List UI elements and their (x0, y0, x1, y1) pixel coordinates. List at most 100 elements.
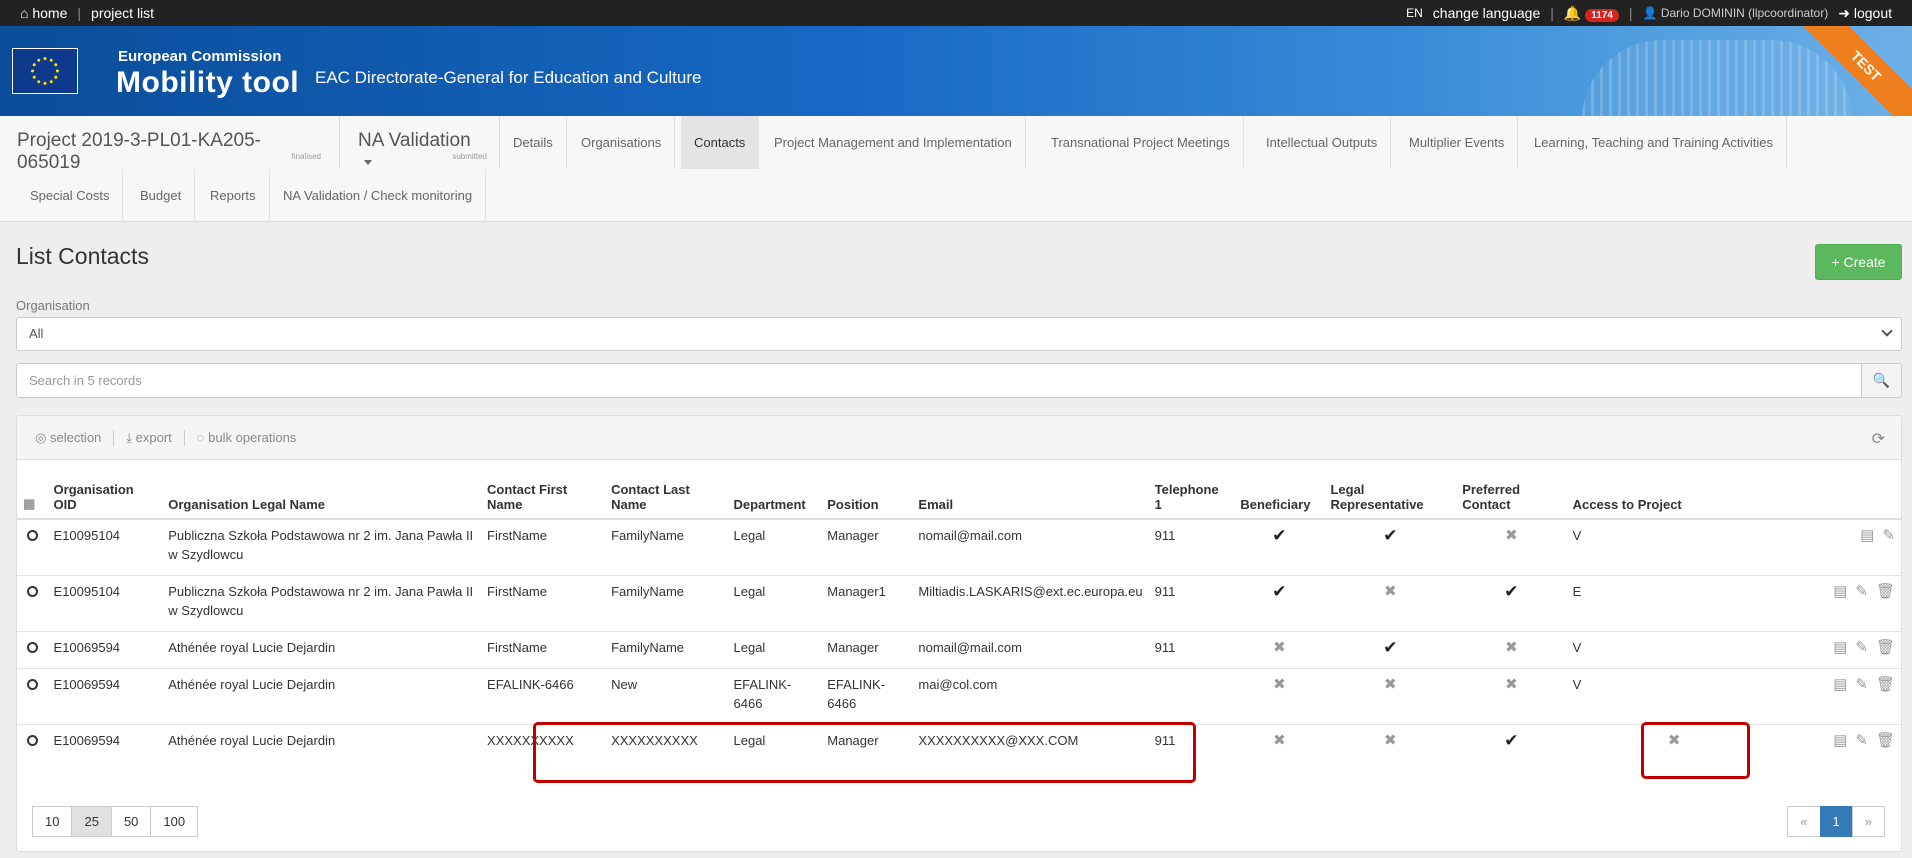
delete-icon[interactable]: 🗑 (1876, 676, 1895, 693)
plus-icon: + (1831, 254, 1840, 270)
bulk-operations-button[interactable]: ◌ bulk operations (197, 430, 297, 445)
radio-icon[interactable] (26, 678, 38, 690)
tab-meetings[interactable]: Transnational Project Meetings (1038, 116, 1244, 169)
radio-icon[interactable] (26, 641, 38, 653)
notifications-button[interactable]: 🔔 1174 (1564, 5, 1619, 22)
edit-icon[interactable]: ✎ (1855, 676, 1868, 693)
table-row[interactable]: E10069594 Athénée royal Lucie Dejardin EFA… (17, 667, 1901, 724)
legal-representative-cell: ✖ (1324, 574, 1457, 631)
column-header[interactable]: Position (821, 461, 913, 520)
position: Manager1 (821, 574, 913, 631)
row-select[interactable] (17, 630, 48, 668)
export-button[interactable]: ⤓ export (126, 430, 172, 446)
page-1-button[interactable]: 1 (1819, 806, 1853, 837)
view-icon[interactable]: ▤ (1860, 527, 1874, 544)
search-button[interactable]: 🔍 (1862, 363, 1902, 398)
cross-icon: ✖ (1505, 527, 1518, 544)
row-select[interactable] (17, 574, 48, 631)
tab-details[interactable]: Details (500, 116, 567, 169)
radio-icon[interactable] (26, 530, 38, 541)
change-language-link[interactable]: change language (1433, 5, 1540, 21)
row-actions: ▤ ✎ (1781, 518, 1901, 575)
tab-project-management[interactable]: Project Management and Implementation (761, 116, 1026, 169)
legal-representative-cell: ✖ (1324, 667, 1457, 724)
beneficiary-cell: ✖ (1234, 723, 1325, 780)
tab-special-costs[interactable]: Special Costs (17, 169, 124, 222)
edit-icon[interactable]: ✎ (1855, 639, 1868, 656)
page-size-10[interactable]: 10 (32, 806, 73, 837)
column-header[interactable]: Organisation Legal Name (162, 461, 482, 520)
radio-icon[interactable] (26, 734, 38, 746)
page-size-25[interactable]: 25 (71, 806, 112, 837)
selection-button[interactable]: ◎ selection (35, 430, 101, 446)
highlight-contact-fields (533, 722, 1196, 783)
delete-icon[interactable]: 🗑 (1876, 732, 1895, 749)
tab-multiplier-events[interactable]: Multiplier Events (1396, 116, 1519, 169)
logout-link[interactable]: ➜ logout (1838, 5, 1892, 22)
column-header[interactable]: Access to Project (1566, 461, 1782, 520)
row-select[interactable] (17, 723, 48, 780)
column-header[interactable]: Preferred Contact (1456, 461, 1567, 520)
radio-icon[interactable] (26, 585, 38, 597)
tab-intellectual-outputs[interactable]: Intellectual Outputs (1253, 116, 1392, 169)
column-header[interactable]: Telephone 1 (1148, 461, 1235, 520)
view-icon[interactable]: ▤ (1833, 583, 1847, 600)
column-header[interactable]: Contact Last Name (605, 461, 728, 520)
search-input[interactable]: Search in 5 records (16, 363, 1862, 398)
email: nomail@mail.com (912, 518, 1149, 575)
table-row[interactable]: E10095104 Publiczna Szkoła Podstawowa nr … (17, 574, 1901, 631)
column-header[interactable]: Beneficiary (1234, 461, 1325, 520)
column-header[interactable]: Department (727, 461, 822, 520)
refresh-icon[interactable]: ⟳ (1872, 429, 1885, 449)
home-link[interactable]: ⌂ home (20, 5, 67, 21)
project-status: finalised (291, 152, 321, 161)
column-header[interactable]: Legal Representative (1324, 461, 1457, 520)
last-name: FamilyName (605, 630, 728, 668)
last-name: FamilyName (605, 574, 728, 631)
delete-icon[interactable]: 🗑 (1876, 583, 1895, 600)
delete-icon[interactable]: 🗑 (1876, 639, 1895, 656)
first-name: FirstName (481, 518, 606, 575)
create-button[interactable]: + Create (1815, 244, 1902, 280)
row-actions: ▤ ✎ 🗑 (1781, 630, 1901, 668)
column-header[interactable]: Organisation OID (47, 461, 163, 520)
organisation-name: Publiczna Szkoła Podstawowa nr 2 im. Jan… (162, 574, 482, 631)
view-icon[interactable]: ▤ (1833, 732, 1847, 749)
na-validation-dropdown[interactable]: NA Validation submitted (340, 116, 500, 169)
divider: | (77, 5, 82, 21)
organisation-oid: E10095104 (47, 518, 163, 575)
user-name[interactable]: 👤 Dario DOMININ (llpcoordinator) (1643, 6, 1829, 20)
page-size-100[interactable]: 100 (150, 806, 199, 837)
table-row[interactable]: E10069594 Athénée royal Lucie Dejardin Fir… (17, 630, 1901, 668)
tab-contacts[interactable]: Contacts (681, 116, 760, 169)
tab-na-validation-check[interactable]: NA Validation / Check monitoring (270, 169, 487, 222)
table-row[interactable]: E10095104 Publiczna Szkoła Podstawowa nr … (17, 518, 1901, 575)
access-cell: V (1566, 667, 1782, 724)
tab-budget[interactable]: Budget (127, 169, 196, 222)
legal-representative-cell: ✖ (1324, 723, 1457, 780)
search-icon: 🔍 (1872, 372, 1891, 388)
project-tabs: Project 2019-3-PL01-KA205-065019 finalise… (0, 116, 1912, 222)
organisation-label: Organisation (16, 298, 90, 313)
view-icon[interactable]: ▤ (1833, 676, 1847, 693)
tab-reports[interactable]: Reports (197, 169, 270, 222)
edit-icon[interactable]: ✎ (1855, 732, 1868, 749)
organisation-select[interactable]: All (16, 317, 1902, 351)
edit-icon[interactable]: ✎ (1855, 583, 1868, 600)
prev-page-button[interactable]: « (1787, 806, 1821, 837)
tab-learning-activities[interactable]: Learning, Teaching and Training Activiti… (1521, 116, 1787, 169)
grid-icon[interactable]: ▦ (17, 461, 48, 520)
check-icon: ✔ (1383, 637, 1398, 657)
view-icon[interactable]: ▤ (1833, 639, 1847, 656)
row-select[interactable] (17, 667, 48, 724)
project-title[interactable]: Project 2019-3-PL01-KA205-065019 finalise… (0, 116, 340, 173)
column-header[interactable]: Contact First Name (481, 461, 606, 520)
row-select[interactable] (17, 518, 48, 575)
project-list-link[interactable]: project list (91, 5, 154, 21)
edit-icon[interactable]: ✎ (1882, 527, 1895, 544)
next-page-button[interactable]: » (1851, 806, 1885, 837)
commission-name: European Commission (118, 48, 282, 65)
column-header[interactable]: Email (912, 461, 1149, 520)
tab-organisations[interactable]: Organisations (568, 116, 676, 169)
page-size-50[interactable]: 50 (110, 806, 152, 837)
